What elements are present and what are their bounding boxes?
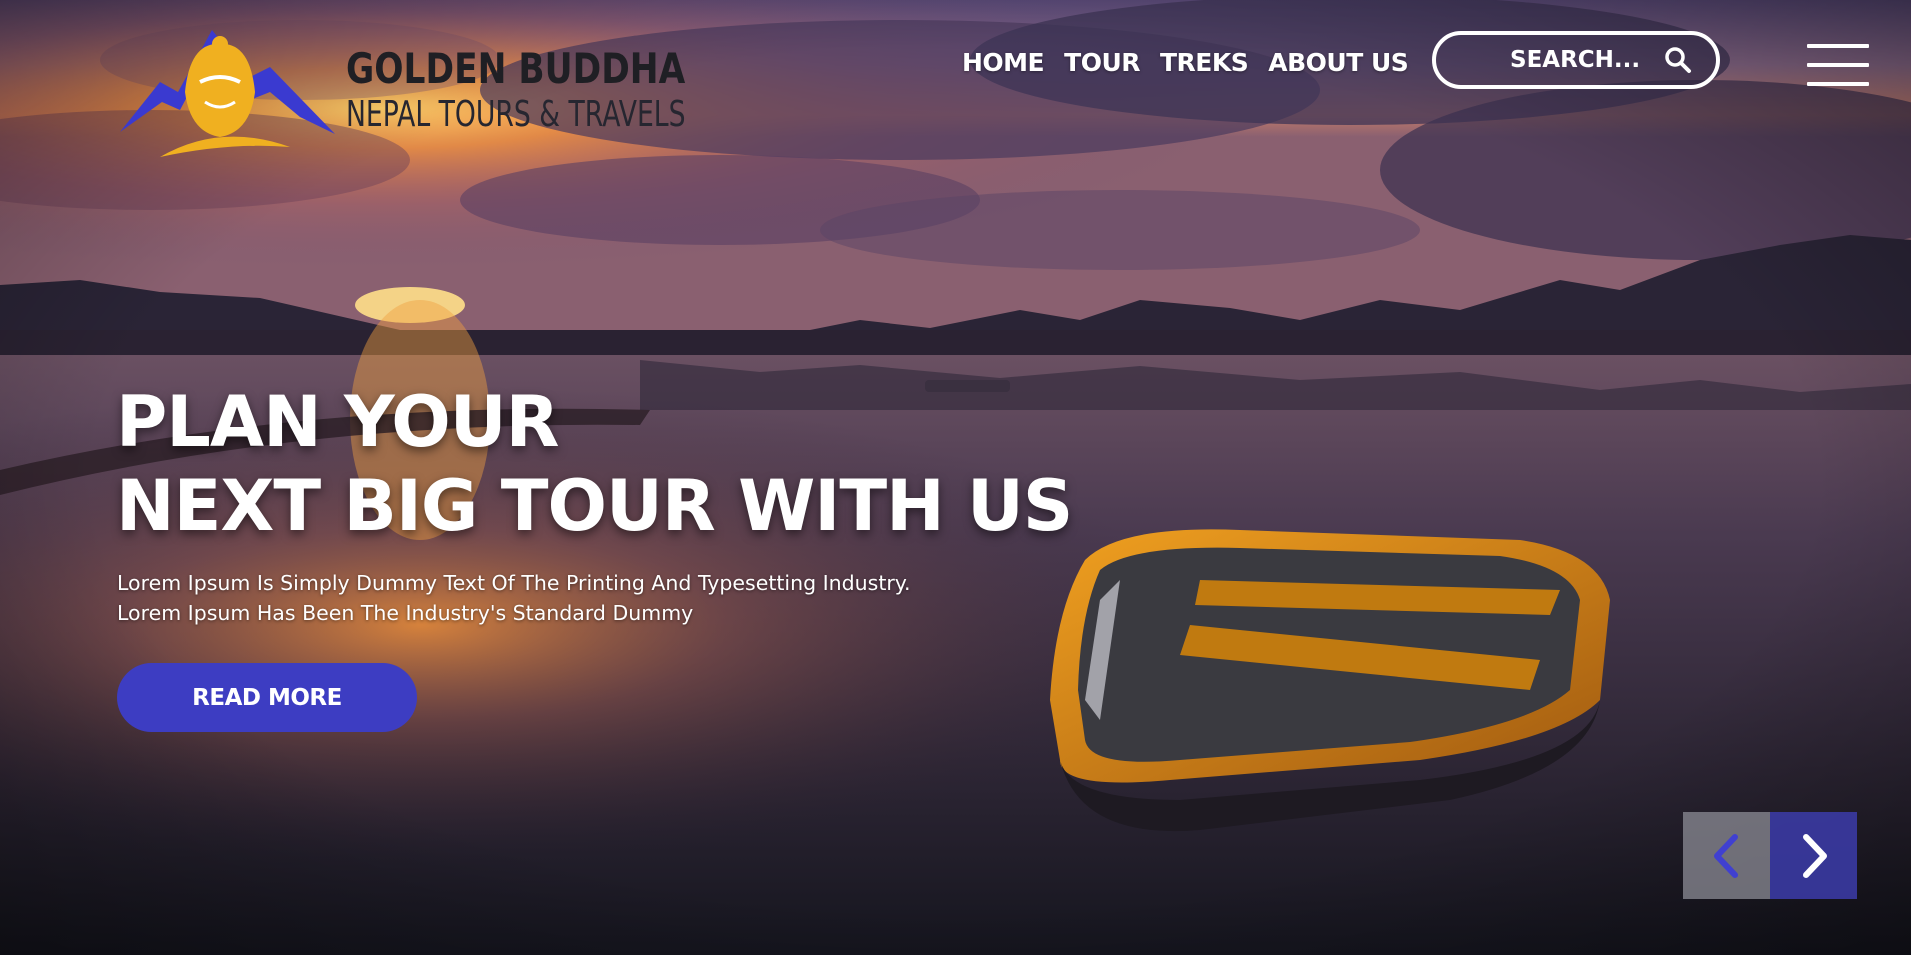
logo[interactable]: GOLDEN BUDDHA NEPAL TOURS & TRAVELS xyxy=(120,22,686,162)
hero-headline: PLAN YOUR NEXT BIG TOUR WITH US xyxy=(116,380,1073,548)
menu-line xyxy=(1807,44,1869,48)
menu-line xyxy=(1807,63,1869,67)
hero-description-line2: Lorem Ipsum Has Been The Industry's Stan… xyxy=(117,601,694,625)
hero-headline-line2: NEXT BIG TOUR WITH US xyxy=(116,465,1073,547)
buddha-mountain-logo-icon xyxy=(120,30,335,157)
hero-description: Lorem Ipsum Is Simply Dummy Text Of The … xyxy=(117,568,911,628)
search-input[interactable] xyxy=(1486,35,1666,85)
brand-tagline: NEPAL TOURS & TRAVELS xyxy=(346,94,686,135)
chevron-right-icon xyxy=(1802,833,1827,878)
slider-next-button[interactable] xyxy=(1770,812,1857,899)
slider-prev-button[interactable] xyxy=(1683,812,1770,899)
search-box xyxy=(1432,31,1720,89)
brand-name: GOLDEN BUDDHA xyxy=(346,44,686,93)
nav-item-tour[interactable]: TOUR xyxy=(1064,48,1140,77)
nav-item-treks[interactable]: TREKS xyxy=(1160,48,1249,77)
nav-item-home[interactable]: HOME xyxy=(962,48,1045,77)
read-more-button[interactable]: READ MORE xyxy=(117,663,417,732)
main-nav: HOME TOUR TREKS ABOUT US xyxy=(962,48,1409,77)
hero-description-line1: Lorem Ipsum Is Simply Dummy Text Of The … xyxy=(117,571,911,595)
hero-banner: GOLDEN BUDDHA NEPAL TOURS & TRAVELS HOME… xyxy=(0,0,1911,955)
hamburger-menu-icon[interactable] xyxy=(1807,44,1869,86)
menu-line xyxy=(1807,82,1869,86)
search-icon[interactable] xyxy=(1664,46,1692,74)
chevron-left-icon xyxy=(1713,833,1738,878)
hero-headline-line1: PLAN YOUR xyxy=(116,381,559,463)
nav-item-about-us[interactable]: ABOUT US xyxy=(1268,48,1409,77)
